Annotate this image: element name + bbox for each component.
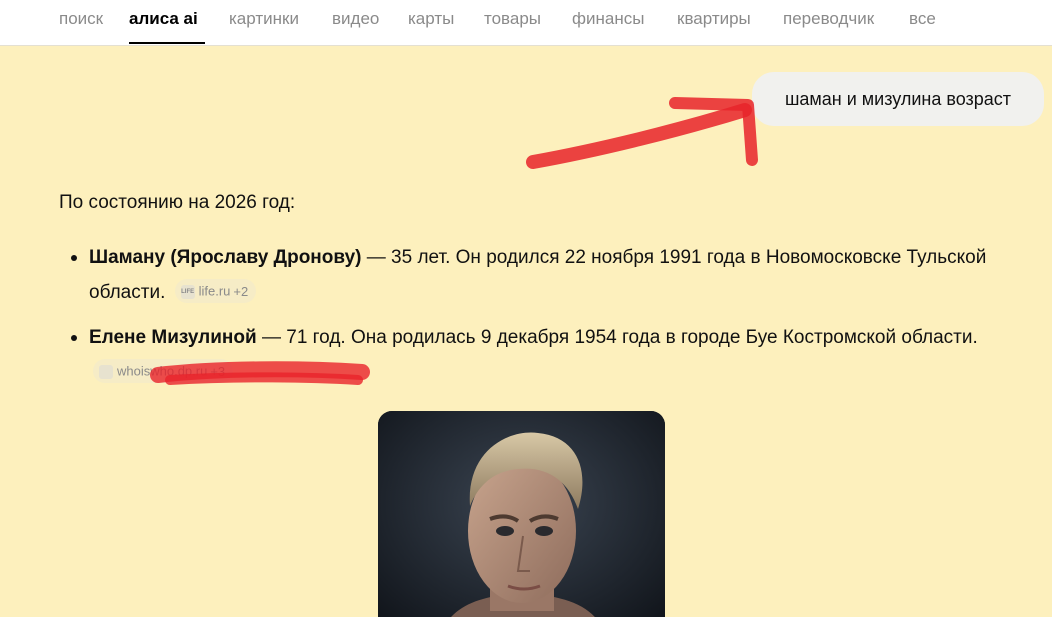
tab-search[interactable]: поиск [59, 8, 103, 30]
answer-text: — 71 год. Она родилась 9 декабря 1954 го… [256, 327, 978, 348]
tab-translator[interactable]: переводчик [783, 8, 874, 30]
tab-finance[interactable]: финансы [572, 8, 644, 30]
tab-images[interactable]: картинки [229, 8, 299, 30]
answer-subject: Елене Мизулиной [89, 327, 257, 348]
source-name: life.ru [198, 283, 231, 299]
answer-list-item: Елене Мизулиной — 71 год. Она родилась 9… [71, 320, 989, 390]
source-name: whoiswho.dp.ru [117, 363, 208, 379]
portrait-image [378, 411, 665, 617]
site-favicon-icon [99, 364, 113, 379]
source-chip[interactable]: LIFE life.ru +2 [174, 278, 257, 303]
bullet-icon [71, 335, 77, 341]
user-message-bubble: шаман и мизулина возраст [752, 72, 1044, 126]
tab-video[interactable]: видео [332, 8, 379, 30]
answer-photo[interactable] [378, 411, 665, 617]
answer-intro: По состоянию на 2026 год: [59, 192, 296, 213]
search-nav-bar: поиск алиса ai картинки видео карты това… [0, 0, 1052, 46]
tab-products[interactable]: товары [484, 8, 541, 30]
source-count: +3 [210, 363, 226, 379]
tab-all[interactable]: все [909, 8, 936, 30]
source-chip[interactable]: whoiswho.dp.ru +3 [93, 358, 234, 383]
answer-list-item: Шаману (Ярославу Дронову) — 35 лет. Он р… [71, 240, 989, 310]
tab-apartments[interactable]: квартиры [677, 8, 751, 30]
chat-area: шаман и мизулина возраст По состоянию на… [0, 46, 1052, 617]
active-tab-indicator [129, 42, 205, 44]
tab-alice-ai[interactable]: алиса ai [129, 8, 198, 30]
tab-maps[interactable]: карты [408, 8, 454, 30]
source-count: +2 [233, 283, 249, 299]
answer-subject: Шаману (Ярославу Дронову) [89, 247, 362, 268]
bullet-icon [71, 255, 77, 261]
site-favicon-icon: LIFE [180, 284, 195, 299]
